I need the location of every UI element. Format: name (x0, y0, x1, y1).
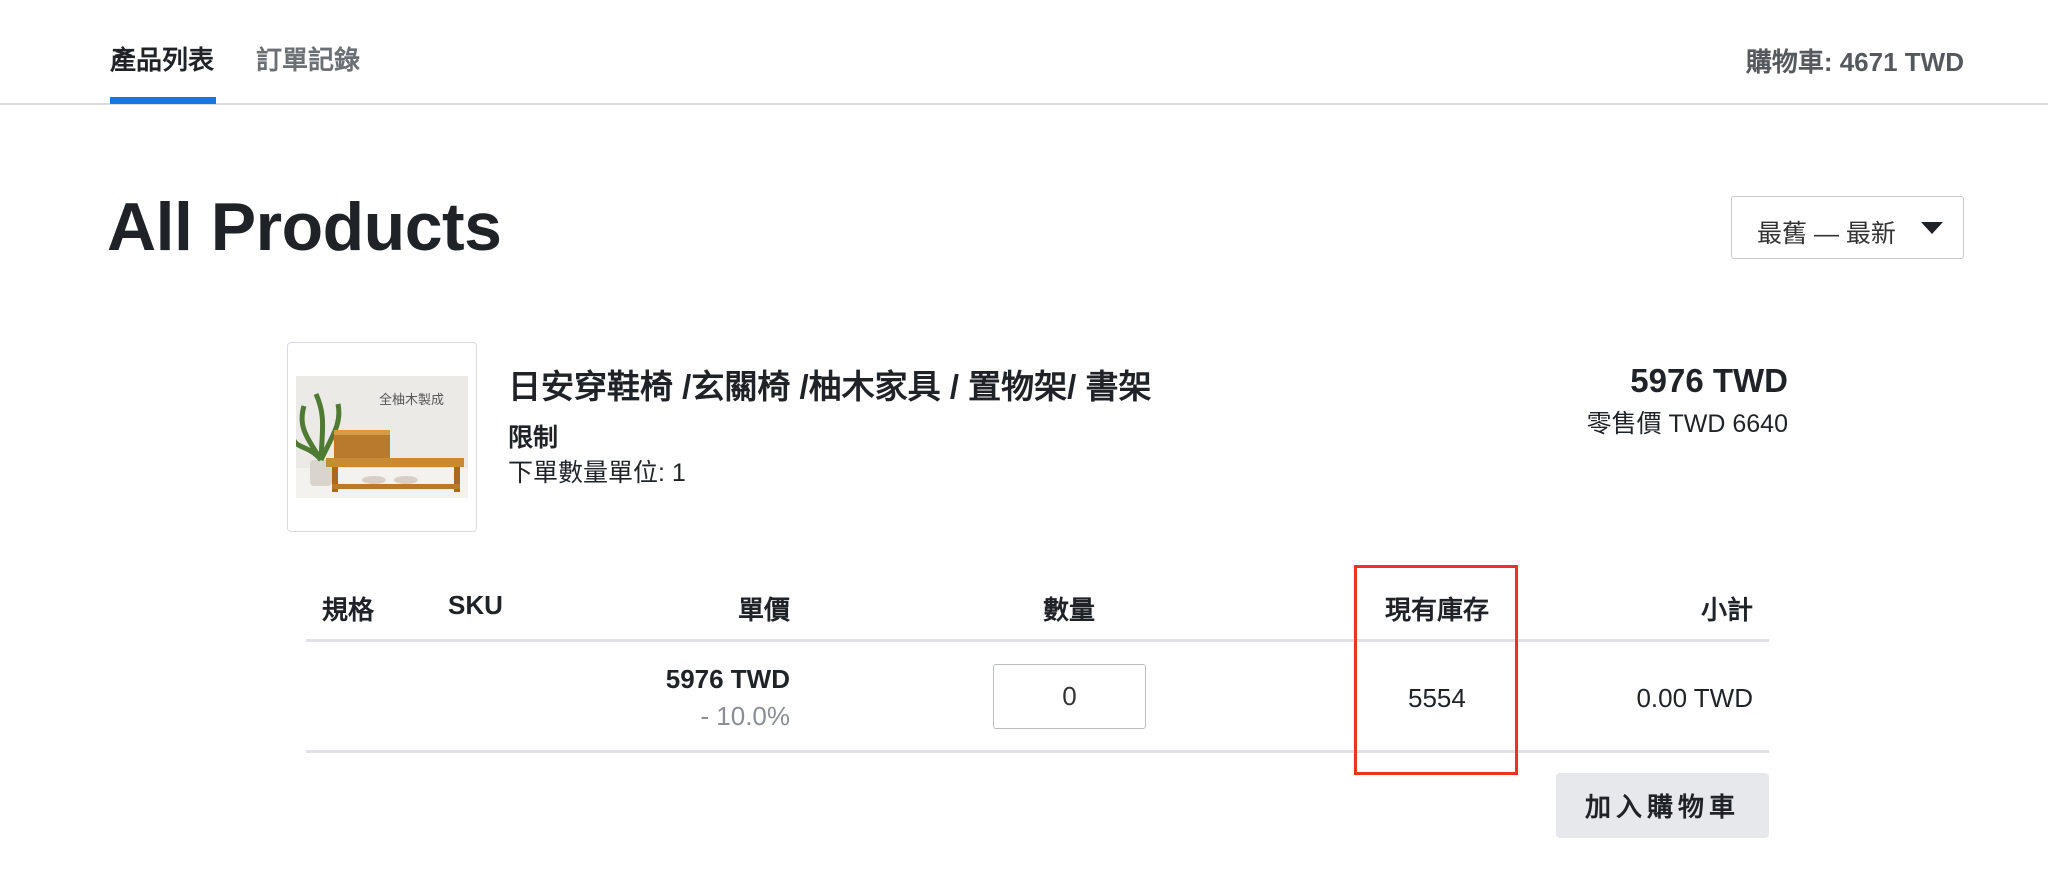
active-tab-indicator (110, 97, 216, 104)
product-name[interactable]: 日安穿鞋椅 /玄關椅 /柚木家具 / 置物架/ 書架 (508, 360, 1152, 408)
add-to-cart-button[interactable]: 加入購物車 (1556, 773, 1769, 838)
product-price: 5976 TWD (1630, 362, 1788, 399)
header-quantity: 數量 (1043, 595, 1096, 625)
cart-total-link[interactable]: 購物車: 4671 TWD (1746, 42, 1964, 79)
product-restriction-label: 限制 (508, 424, 559, 452)
row-subtotal: 0.00 TWD (1636, 683, 1753, 713)
tab-products[interactable]: 產品列表 (110, 40, 214, 77)
row-unit-price: 5976 TWD (665, 664, 790, 694)
page-title: All Products (107, 189, 502, 265)
product-image-caption: 全柚木製成 (379, 392, 444, 408)
top-nav: 產品列表 訂單記錄 購物車: 4671 TWD (0, 0, 2048, 105)
table-row-divider (306, 750, 1769, 753)
quantity-input[interactable] (993, 664, 1146, 729)
header-subtotal: 小計 (1700, 595, 1753, 625)
tab-orders[interactable]: 訂單記錄 (256, 40, 360, 77)
header-sku: SKU (448, 590, 503, 620)
table-header-divider (306, 639, 1769, 642)
sort-dropdown[interactable]: 最舊 — 最新 (1731, 196, 1964, 259)
row-discount: - 10.0% (700, 701, 790, 731)
product-retail-price: 零售價 TWD 6640 (1586, 410, 1788, 438)
stock-highlight-box (1354, 565, 1518, 775)
header-unit-price: 單價 (737, 595, 790, 625)
product-order-unit: 下單數量單位: 1 (508, 459, 686, 487)
caret-down-icon (1921, 222, 1943, 234)
sort-selected-value: 最舊 — 最新 (1757, 220, 1896, 248)
product-thumbnail[interactable]: 全柚木製成 (287, 342, 477, 532)
header-spec: 規格 (322, 595, 375, 625)
product-image: 全柚木製成 (296, 376, 468, 498)
